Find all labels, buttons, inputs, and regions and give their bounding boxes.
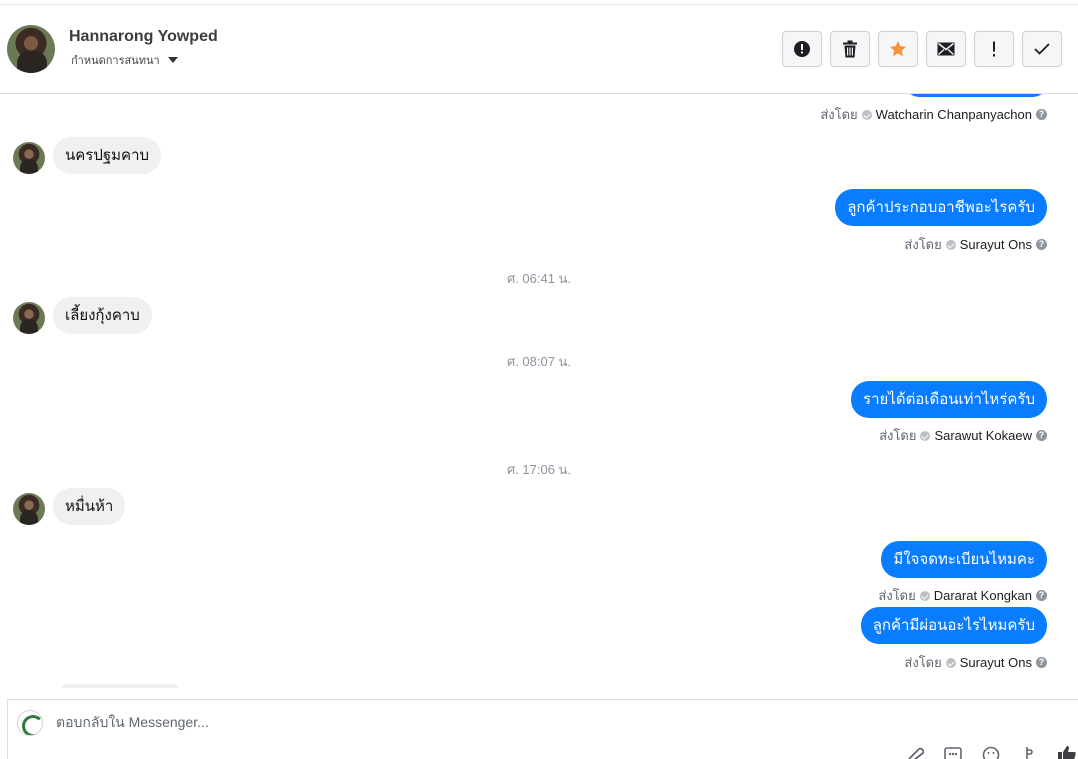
contact-avatar[interactable] [7,25,55,73]
verified-check-icon [945,657,956,668]
incoming-message-bubble: นครปฐมคาบ [53,137,162,174]
caret-down-icon [167,57,178,63]
sender-name: Sarawut Kokaew [934,428,1032,443]
exclamation-circle-icon [794,41,810,57]
exclamation-icon [993,41,995,57]
envelope-icon [937,42,955,56]
help-icon[interactable]: ? [1036,590,1047,601]
verified-check-icon [919,590,930,601]
outgoing-message-bubble: ลูกค้ามีผ่อนอะไรไหมครับ [860,607,1047,644]
follow-up-button[interactable] [974,31,1014,67]
incoming-message-bubble: หมื่นห้า [53,488,126,525]
incoming-message-bubble [60,684,180,688]
trash-icon [843,40,857,58]
sent-by-label: ส่งโดย Sarawut Kokaew ? [879,425,1047,446]
payment-button[interactable] [1018,746,1040,759]
help-icon[interactable]: ? [1036,109,1047,120]
report-spam-button[interactable] [782,31,822,67]
sent-by-label: ส่งโดย Dararat Kongkan ? [878,585,1047,606]
contact-avatar-small [13,142,45,174]
like-button[interactable] [1056,746,1078,759]
help-icon[interactable]: ? [1036,239,1047,250]
contact-avatar-small [13,302,45,334]
verified-check-icon [920,430,931,441]
mark-done-button[interactable] [1022,31,1062,67]
reply-composer [7,699,1078,759]
checkmark-icon [1034,43,1050,55]
verified-check-icon [945,239,956,250]
outgoing-message-bubble: ลูกค้าประกอบอาชีพอะไรครับ [835,189,1047,226]
baht-icon [1026,747,1033,759]
sender-name: Surayut Ons [959,237,1032,252]
delete-button[interactable] [830,31,870,67]
composer-tools [904,746,1078,759]
saved-replies-icon [944,747,962,759]
timestamp: ศ. 17:06 น. [506,462,572,477]
star-button[interactable] [878,31,918,67]
contact-name[interactable]: Hannarong Yowped [69,28,218,46]
conversation-window: Hannarong Yowped กำหนดการสนทนา ส่งโดย Wa… [0,0,1078,759]
incoming-message-bubble: เลี้ยงกุ้งคาบ [53,297,152,334]
star-icon [890,41,906,57]
sender-name: Surayut Ons [959,655,1032,670]
attach-button[interactable] [904,746,926,759]
outgoing-message-bubble [905,94,1047,97]
assign-conversation-dropdown[interactable]: กำหนดการสนทนา [71,51,178,69]
mark-unread-button[interactable] [926,31,966,67]
contact-avatar-small [13,493,45,525]
outgoing-message-bubble: รายได้ต่อเดือนเท่าไหร่ครับ [851,381,1047,418]
emoji-button[interactable] [980,746,1002,759]
help-icon[interactable]: ? [1036,657,1047,668]
conversation-header: Hannarong Yowped กำหนดการสนทนา [0,5,1078,94]
header-actions [782,31,1062,67]
sender-name: Dararat Kongkan [933,588,1032,603]
outgoing-message-bubble: มีใจจดทะเบียนไหมคะ [881,541,1047,578]
message-thread[interactable]: ส่งโดย Watcharin Chanpanyachon ? นครปฐมค… [0,94,1078,688]
assign-conversation-label: กำหนดการสนทนา [71,55,160,67]
sent-by-label: ส่งโดย Watcharin Chanpanyachon ? [820,104,1047,125]
sent-by-label: ส่งโดย Surayut Ons ? [904,234,1047,255]
paperclip-icon [908,747,924,759]
timestamp: ศ. 08:07 น. [506,354,572,369]
sent-by-label: ส่งโดย Surayut Ons ? [904,652,1047,673]
help-icon[interactable]: ? [1036,430,1047,441]
thumbs-up-icon [1058,746,1076,759]
reply-input[interactable] [56,714,756,730]
verified-check-icon [861,109,872,120]
smiley-icon [982,746,1000,759]
timestamp: ศ. 06:41 น. [506,271,572,286]
page-avatar [17,710,43,736]
sender-name: Watcharin Chanpanyachon [875,107,1032,122]
saved-replies-button[interactable] [942,746,964,759]
